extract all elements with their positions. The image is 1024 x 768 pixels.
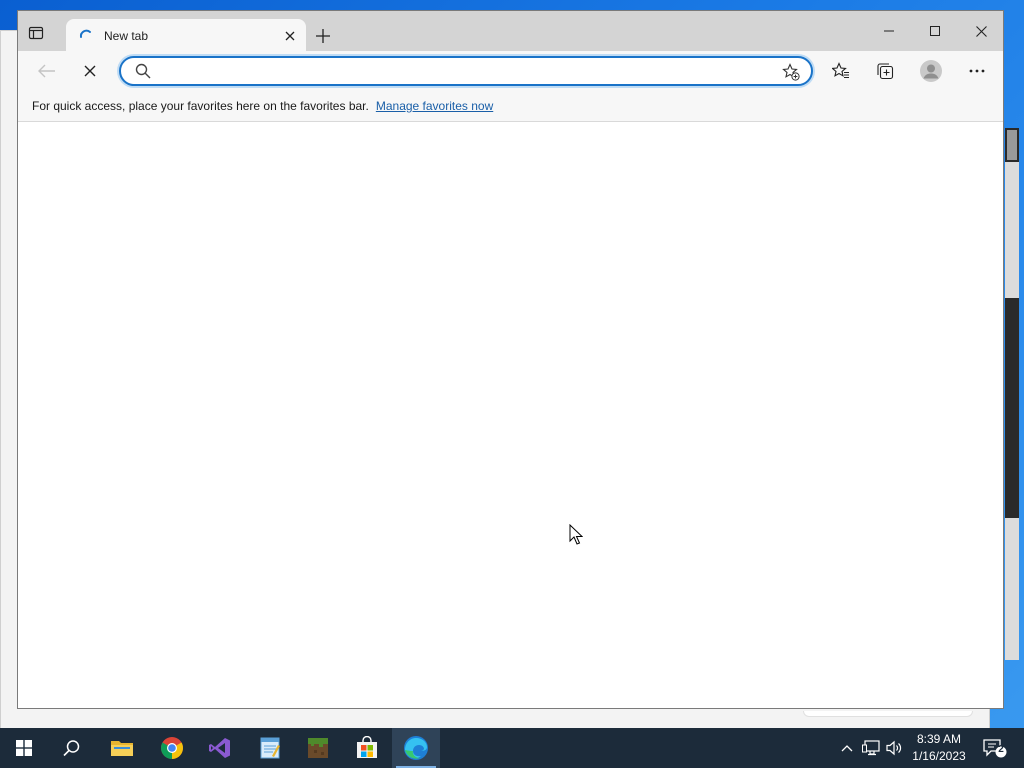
minecraft-icon[interactable] bbox=[294, 728, 342, 768]
favorites-bar: For quick access, place your favorites h… bbox=[18, 91, 1003, 122]
scrollbar-track-segment bbox=[1005, 162, 1019, 298]
collections-button[interactable] bbox=[870, 57, 900, 85]
scrollbar-thumb[interactable] bbox=[1007, 130, 1017, 160]
favorites-button[interactable] bbox=[826, 57, 856, 85]
favorites-bar-message: For quick access, place your favorites h… bbox=[32, 99, 369, 113]
avatar bbox=[920, 60, 942, 82]
volume-icon[interactable] bbox=[884, 738, 904, 758]
visual-studio-icon[interactable] bbox=[196, 728, 244, 768]
address-bar[interactable] bbox=[119, 56, 813, 86]
toolbar bbox=[18, 51, 1003, 91]
clock-time: 8:39 AM bbox=[916, 732, 962, 746]
browser-window: New tab For quick access, place your fav… bbox=[17, 10, 1004, 709]
page-content[interactable] bbox=[18, 123, 1003, 708]
maximize-button[interactable] bbox=[912, 19, 958, 43]
close-window-button[interactable] bbox=[958, 19, 1004, 43]
file-explorer-icon[interactable] bbox=[98, 728, 146, 768]
tab-new-tab[interactable]: New tab bbox=[66, 19, 306, 52]
search-icon bbox=[135, 63, 151, 79]
network-icon[interactable] bbox=[861, 738, 881, 758]
minimize-button[interactable] bbox=[866, 19, 912, 43]
search-icon[interactable] bbox=[48, 728, 96, 768]
manage-favorites-link[interactable]: Manage favorites now bbox=[376, 99, 493, 113]
chrome-icon[interactable] bbox=[148, 728, 196, 768]
notification-count-badge: 2 bbox=[998, 744, 1004, 755]
notepad-icon[interactable] bbox=[246, 728, 294, 768]
tab-strip: New tab bbox=[18, 11, 1004, 52]
new-tab-button[interactable] bbox=[311, 24, 335, 48]
tab-title: New tab bbox=[104, 28, 149, 43]
profile-button[interactable] bbox=[916, 57, 946, 85]
background-window-element bbox=[803, 711, 973, 717]
tab-actions-icon[interactable] bbox=[26, 23, 46, 43]
close-tab-icon[interactable] bbox=[278, 24, 302, 48]
settings-more-button[interactable] bbox=[962, 57, 992, 85]
mouse-pointer-icon bbox=[569, 524, 583, 545]
store-icon[interactable] bbox=[343, 728, 391, 768]
add-favorite-icon[interactable] bbox=[781, 62, 801, 82]
scrollbar[interactable] bbox=[1005, 128, 1019, 660]
clock-date: 1/16/2023 bbox=[912, 749, 966, 763]
loading-spinner-icon bbox=[79, 29, 91, 38]
scrollbar-track-segment bbox=[1005, 518, 1019, 660]
taskbar: 8:39 AM 1/16/2023 2 bbox=[0, 728, 1024, 768]
back-button[interactable] bbox=[32, 57, 62, 85]
address-input[interactable] bbox=[161, 61, 771, 81]
stop-loading-button[interactable] bbox=[75, 57, 105, 85]
chevron-up-icon[interactable] bbox=[837, 738, 857, 758]
notification-center-icon[interactable]: 2 bbox=[982, 738, 1008, 758]
system-clock[interactable]: 8:39 AM 1/16/2023 bbox=[905, 731, 973, 765]
start-icon[interactable] bbox=[0, 728, 48, 768]
edge-icon[interactable] bbox=[392, 728, 440, 768]
